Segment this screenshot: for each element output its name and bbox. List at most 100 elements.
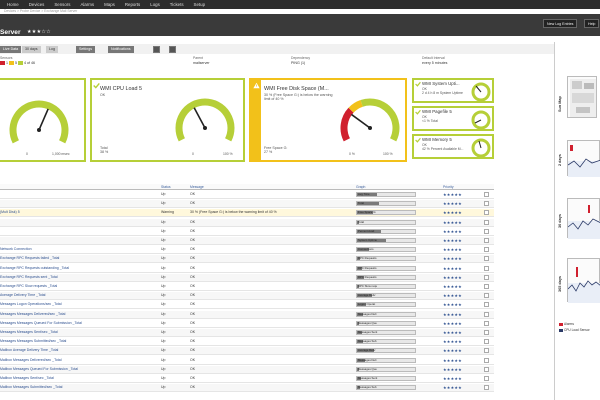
table-row[interactable]: Messages Messages Queued For Submission … [0, 320, 494, 328]
row-checkbox[interactable] [484, 348, 489, 354]
table-row[interactable]: Messages Messages Submitted/sec _Total Up… [0, 338, 494, 347]
mini-graph[interactable]: Free Space G: [356, 210, 416, 216]
menu-item-home[interactable]: Home [2, 1, 24, 8]
row-checkbox[interactable] [484, 357, 489, 363]
mini-graph[interactable]: Avg Time [356, 192, 416, 197]
priority-stars[interactable]: ★★★★★ [443, 191, 462, 198]
table-row[interactable]: Up OK Total ★★★★★ [0, 218, 494, 227]
table-row[interactable]: Mailbox Messages Sent/sec _Total Up OK Mess… [0, 375, 494, 383]
sensor-name-link[interactable]: Exchange RPC Requests failed _Total [0, 255, 155, 262]
sensor-name-link[interactable]: Messages Messages Submitted/sec _Total [0, 338, 155, 345]
up-count-chip[interactable] [18, 61, 23, 66]
menu-item-maps[interactable]: Maps [99, 1, 120, 8]
mini-graph[interactable]: System Uptime [356, 238, 416, 243]
table-row[interactable]: Average Delivery Time _Total Up OK Average … [0, 292, 494, 301]
mini-graph[interactable]: Logon Operat [356, 302, 416, 308]
help-button[interactable]: Help [584, 19, 600, 28]
graph-365-days[interactable] [567, 258, 600, 303]
priority-stars[interactable]: ★★★★★ [443, 292, 462, 299]
priority-stars[interactable]: ★★★★★ [443, 329, 462, 336]
priority-stars[interactable]: ★★★★★ [443, 320, 462, 327]
mini-gauge-memory[interactable]: WMI Memory 5 OK 42 % Percent Available M.… [412, 134, 494, 159]
table-row[interactable]: Mailbox Messages Delivered/sec _Total Up O… [0, 357, 494, 365]
delete-icon[interactable] [169, 46, 176, 53]
mini-graph[interactable]: RPC Slow requ [356, 284, 416, 289]
sensor-name-link[interactable]: Messages Messages Queued For Submission … [0, 320, 155, 327]
table-row[interactable]: Exchange RPC Slow requests _Total Up OK RPC… [0, 283, 494, 291]
row-checkbox[interactable] [484, 247, 489, 253]
priority-stars[interactable]: ★★★★★ [443, 228, 462, 235]
table-row[interactable]: Mailbox Messages Submitted/sec _Total Up O… [0, 384, 494, 393]
mini-graph[interactable]: Percent Avail [356, 228, 416, 234]
priority-stars[interactable]: ★★★★★ [443, 265, 462, 272]
mini-gauge-system-uptime[interactable]: WMI System Upti... OK 2 d 4 h 8 m System … [412, 78, 494, 103]
mini-graph[interactable]: Total [356, 219, 416, 225]
table-row[interactable]: Exchange RPC Requests outstanding _Total… [0, 265, 494, 273]
dependency-link[interactable]: PING (1) [291, 61, 310, 65]
mini-gauge-pagefile[interactable]: WMI Pagefile 5 OK <1 % Total [412, 106, 494, 131]
gauge-cpu-load[interactable]: WMI CPU Load 5 OK Total 38 % 0 100 % [90, 78, 245, 162]
table-row[interactable]: Up OK Avg Time ★★★★★ [0, 191, 494, 199]
gauge-title[interactable]: WMI CPU Load 5 [100, 86, 142, 92]
status-column-header[interactable]: Status [161, 185, 171, 189]
row-checkbox[interactable] [484, 201, 489, 207]
sensor-name-link[interactable]: Mailbox Messages Delivered/sec _Total [0, 357, 155, 364]
mini-graph[interactable]: Total [356, 201, 416, 207]
menu-item-alarms[interactable]: Alarms [75, 1, 99, 8]
sensor-name-link[interactable]: Exchange RPC Requests outstanding _Total [0, 265, 155, 272]
priority-stars[interactable]: ★★★★★ [443, 219, 462, 226]
gauge-title[interactable]: WMI Free Disk Space (M... [264, 86, 329, 92]
gauge-free-disk-space[interactable]: WMI Free Disk Space (M... 30 % (Free Spa… [249, 78, 407, 162]
row-checkbox[interactable] [484, 311, 489, 317]
sensor-name-link[interactable]: Average Delivery Time _Total [0, 292, 155, 299]
sensor-name-link[interactable]: Exchange RPC Slow requests _Total [0, 283, 155, 290]
priority-stars[interactable]: ★★★★★ [443, 384, 462, 391]
table-row[interactable]: Mailbox Average Delivery Time _Total Up OK… [0, 347, 494, 356]
mini-graph[interactable]: Messages Sub [356, 385, 416, 391]
sensor-name-link[interactable]: Mailbox Messages Sent/sec _Total [0, 375, 155, 382]
sun-map[interactable] [567, 76, 597, 118]
new-log-entries-button[interactable]: New Log Entries [543, 19, 578, 28]
priority-stars[interactable]: ★★★★★ [443, 338, 462, 345]
priority-stars[interactable]: ★★★★★ [443, 357, 462, 364]
mini-graph[interactable]: Average Deliv [356, 293, 416, 299]
mini-graph[interactable]: RPC Requests [356, 274, 416, 280]
sensor-name-link[interactable]: Messages Messages Sent/sec _Total [0, 329, 155, 336]
priority-stars[interactable]: ★★★★★ [443, 255, 462, 262]
mini-graph[interactable]: Messages Que [356, 320, 416, 326]
gauge-ping-time[interactable]: 0 1,000 msec [0, 78, 86, 162]
priority-stars[interactable]: ★★★★★ [443, 375, 462, 382]
table-row[interactable]: Exchange RPC Requests failed _Total Up OK R… [0, 255, 494, 264]
table-row[interactable]: Up OK Total ★★★★★ [0, 200, 494, 209]
graph-column-header[interactable]: Graph [356, 185, 365, 189]
priority-stars[interactable]: ★★★★★ [443, 283, 462, 290]
priority-stars[interactable]: ★★★★★ [443, 274, 462, 281]
graph-30-days[interactable] [567, 198, 600, 239]
table-row[interactable]: Messages Messages Sent/sec _Total Up OK Mes… [0, 329, 494, 337]
tab-log[interactable]: Log [46, 46, 58, 53]
notifications-button[interactable]: Notifications [108, 46, 134, 53]
table-row[interactable]: Up OK Percent Avail ★★★★★ [0, 228, 494, 236]
sensor-name-link[interactable]: (Mult Disk) 5 [0, 209, 155, 216]
mini-graph[interactable]: RPC Requests [356, 265, 416, 271]
mini-graph[interactable]: Connections [356, 247, 416, 253]
down-count-chip[interactable] [0, 61, 5, 66]
sensor-name-link[interactable]: Mailbox Messages Queued For Submission _… [0, 366, 155, 373]
sensor-name-link[interactable]: Mailbox Messages Submitted/sec _Total [0, 384, 155, 391]
priority-stars[interactable]: ★★★★★ [443, 347, 462, 354]
row-checkbox[interactable] [484, 274, 489, 280]
priority-stars[interactable]: ★★★★★ [443, 237, 462, 244]
row-checkbox[interactable] [484, 302, 489, 308]
priority-stars[interactable]: ★★★★★ [443, 246, 462, 253]
row-checkbox[interactable] [484, 284, 489, 289]
sensor-name-link[interactable]: Messages Logon Operations/sec _Total [0, 301, 155, 308]
parent-link[interactable]: mailserver [193, 61, 210, 65]
priority-stars[interactable]: ★★★★★ [443, 209, 462, 216]
row-checkbox[interactable] [484, 238, 489, 243]
row-checkbox[interactable] [484, 256, 489, 262]
menu-item-setup[interactable]: Setup [189, 1, 210, 8]
mini-graph[interactable]: Messages Que [356, 366, 416, 372]
tab-live-data[interactable]: Live Data [0, 46, 22, 53]
row-checkbox[interactable] [484, 330, 489, 335]
table-row[interactable]: Messages Messages Delivered/sec _Total Up… [0, 310, 494, 319]
